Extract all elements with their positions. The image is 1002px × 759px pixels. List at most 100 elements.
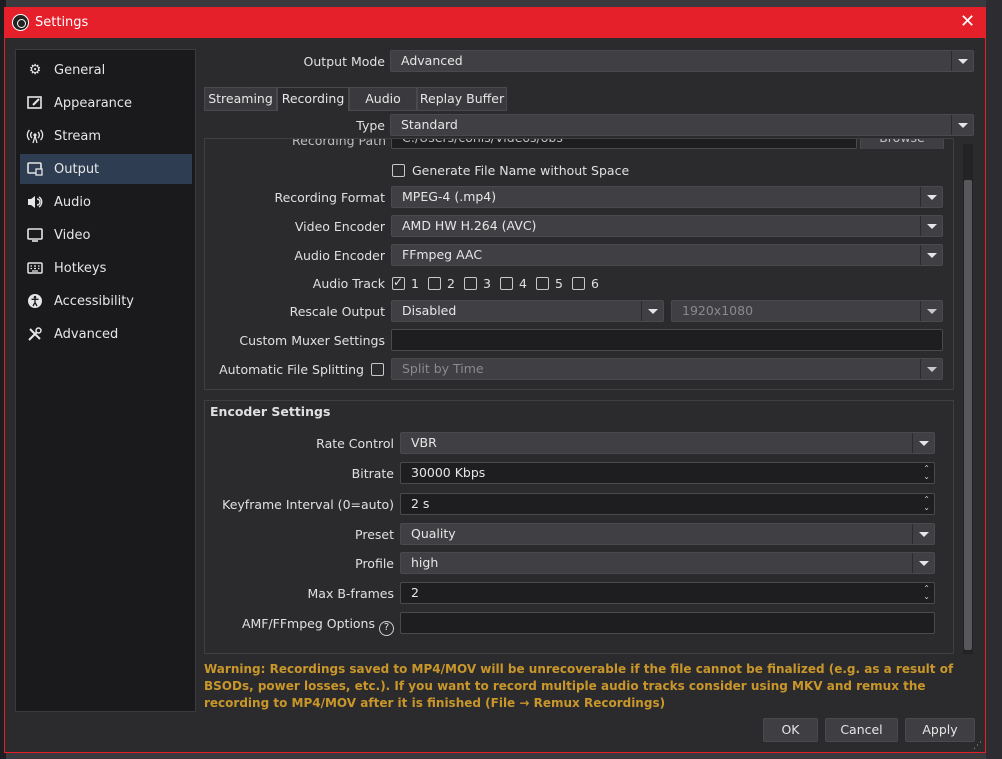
sidebar-item-label: Hotkeys xyxy=(54,260,107,276)
max-bframes-value: 2 xyxy=(411,585,419,600)
audio-track-3-checkbox[interactable] xyxy=(464,277,477,290)
tab-streaming[interactable]: Streaming xyxy=(204,87,277,111)
audio-track-2-checkbox[interactable] xyxy=(428,277,441,290)
keyframe-interval-spinbox[interactable]: 2 s ⌃ ⌄ xyxy=(400,493,935,515)
accessibility-icon xyxy=(26,292,44,310)
chevron-down-icon xyxy=(641,301,663,321)
recording-path-field[interactable]: C:/Users/conis/Videos/obs xyxy=(391,139,857,149)
max-bframes-spinbox[interactable]: 2 ⌃ ⌄ xyxy=(400,582,935,604)
output-mode-value: Advanced xyxy=(401,53,463,68)
chevron-down-icon xyxy=(912,553,934,573)
sidebar-item-label: Video xyxy=(54,227,91,243)
audio-encoder-select[interactable]: FFmpeg AAC xyxy=(391,244,943,266)
split-mode-select[interactable]: Split by Time xyxy=(391,358,943,380)
sidebar-item-hotkeys[interactable]: Hotkeys xyxy=(20,253,192,283)
sidebar-item-label: Appearance xyxy=(54,95,133,111)
spin-arrows-icon[interactable]: ⌃ ⌄ xyxy=(923,585,930,601)
settings-window: Settings ✕ ⚙ General Appearance Stream O… xyxy=(4,7,986,753)
sidebar-item-label: Accessibility xyxy=(54,293,134,309)
bitrate-value: 30000 Kbps xyxy=(411,465,486,480)
sidebar-item-appearance[interactable]: Appearance xyxy=(20,88,192,118)
audio-track-5-label: 5 xyxy=(555,276,563,291)
audio-encoder-value: FFmpeg AAC xyxy=(402,247,483,262)
video-encoder-label: Video Encoder xyxy=(294,219,385,234)
keyframe-interval-label: Keyframe Interval (0=auto) xyxy=(222,497,394,512)
ok-button[interactable]: OK xyxy=(763,718,818,742)
speaker-icon xyxy=(26,193,44,211)
rescale-resolution-select[interactable]: 1920x1080 xyxy=(671,300,943,322)
output-mode-select[interactable]: Advanced xyxy=(390,50,974,72)
recording-path-row: Recording Path C:/Users/conis/Videos/obs… xyxy=(205,139,953,149)
sidebar-item-audio[interactable]: Audio xyxy=(20,187,192,217)
audio-track-6-label: 6 xyxy=(591,276,599,291)
sidebar-item-label: General xyxy=(54,62,106,78)
spin-arrows-icon[interactable]: ⌃ ⌄ xyxy=(923,496,930,512)
settings-scrollbar[interactable] xyxy=(963,144,973,654)
window-title: Settings xyxy=(35,15,89,30)
audio-track-4-label: 4 xyxy=(519,276,527,291)
custom-muxer-input[interactable] xyxy=(391,329,943,351)
tab-replay-buffer[interactable]: Replay Buffer xyxy=(417,87,507,111)
keyboard-icon xyxy=(26,259,44,277)
recording-format-value: MPEG-4 (.mp4) xyxy=(402,189,497,204)
close-icon[interactable]: ✕ xyxy=(960,11,975,32)
profile-select[interactable]: high xyxy=(400,552,935,574)
sidebar-item-output[interactable]: Output xyxy=(20,154,192,184)
type-select[interactable]: Standard xyxy=(390,114,974,136)
audio-track-1-checkbox[interactable] xyxy=(392,275,405,290)
auto-split-label: Automatic File Splitting xyxy=(219,362,364,377)
sidebar-item-advanced[interactable]: Advanced xyxy=(20,319,192,349)
resize-grip-icon[interactable]: ⋰ xyxy=(973,741,982,751)
chevron-down-icon xyxy=(920,245,942,265)
rate-control-label: Rate Control xyxy=(316,436,394,451)
sidebar-item-video[interactable]: Video xyxy=(20,220,192,250)
profile-value: high xyxy=(411,555,439,570)
audio-track-3-label: 3 xyxy=(483,276,491,291)
audio-track-2-label: 2 xyxy=(447,276,455,291)
bitrate-label: Bitrate xyxy=(351,466,394,481)
settings-sidebar: ⚙ General Appearance Stream Output Audio… xyxy=(15,49,196,712)
video-encoder-select[interactable]: AMD HW H.264 (AVC) xyxy=(391,215,943,237)
apply-button[interactable]: Apply xyxy=(905,718,975,742)
tab-recording[interactable]: Recording xyxy=(277,87,349,111)
rate-control-select[interactable]: VBR xyxy=(400,432,935,454)
obs-logo-icon xyxy=(12,14,29,31)
audio-encoder-label: Audio Encoder xyxy=(294,248,385,263)
sidebar-item-accessibility[interactable]: Accessibility xyxy=(20,286,192,316)
generate-filename-label: Generate File Name without Space xyxy=(412,163,630,178)
chevron-down-icon xyxy=(912,433,934,453)
chevron-down-icon xyxy=(912,524,934,544)
rescale-output-select[interactable]: Disabled xyxy=(391,300,664,322)
audio-track-5-checkbox[interactable] xyxy=(536,277,549,290)
broadcast-icon xyxy=(26,127,44,145)
recording-format-label: Recording Format xyxy=(274,190,385,205)
sidebar-item-general[interactable]: ⚙ General xyxy=(20,55,192,85)
sidebar-item-stream[interactable]: Stream xyxy=(20,121,192,151)
spin-arrows-icon[interactable]: ⌃ ⌄ xyxy=(923,465,930,481)
help-icon[interactable]: ? xyxy=(379,621,394,636)
recording-format-select[interactable]: MPEG-4 (.mp4) xyxy=(391,186,943,208)
bitrate-spinbox[interactable]: 30000 Kbps ⌃ ⌄ xyxy=(400,462,935,484)
auto-split-checkbox[interactable] xyxy=(371,363,384,376)
type-label: Type xyxy=(356,118,385,133)
audio-track-6-checkbox[interactable] xyxy=(572,277,585,290)
cancel-button[interactable]: Cancel xyxy=(825,718,898,742)
audio-track-label: Audio Track xyxy=(312,276,385,291)
amf-options-input[interactable] xyxy=(400,612,935,634)
gear-icon: ⚙ xyxy=(28,62,42,78)
rescale-resolution-value: 1920x1080 xyxy=(682,303,754,318)
preset-label: Preset xyxy=(355,527,394,542)
appearance-icon xyxy=(26,94,44,112)
rescale-output-label: Rescale Output xyxy=(289,304,385,319)
browse-button[interactable]: Browse xyxy=(860,139,944,149)
custom-muxer-label: Custom Muxer Settings xyxy=(239,333,385,348)
generate-filename-checkbox[interactable] xyxy=(392,164,405,177)
scrollbar-thumb[interactable] xyxy=(964,180,972,650)
audio-track-4-checkbox[interactable] xyxy=(500,277,513,290)
profile-label: Profile xyxy=(355,556,394,571)
type-value: Standard xyxy=(401,117,458,132)
tools-icon xyxy=(26,325,44,343)
preset-select[interactable]: Quality xyxy=(400,523,935,545)
screen-icon xyxy=(26,226,44,244)
tab-audio[interactable]: Audio xyxy=(349,87,417,111)
